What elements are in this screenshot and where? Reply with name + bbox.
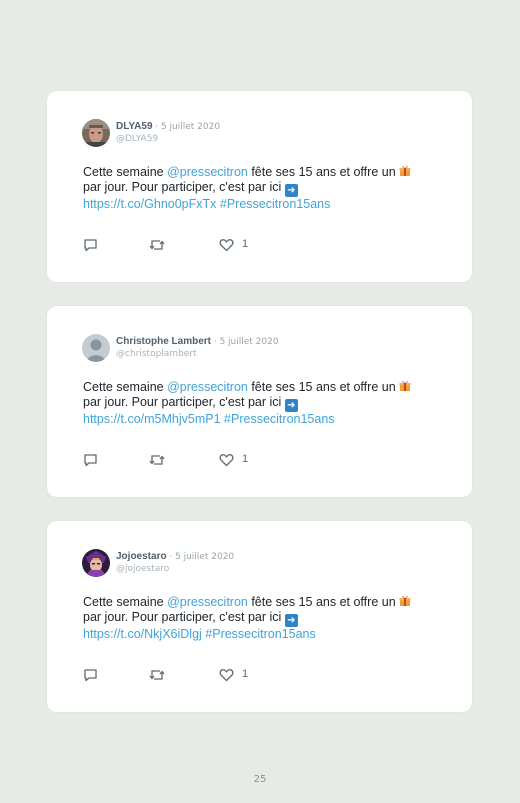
tweet-text-part: par jour. Pour participer, c'est par ici (83, 395, 285, 409)
like-count: 1 (242, 668, 249, 680)
reply-icon[interactable] (83, 453, 98, 472)
mention-link[interactable]: @pressecitron (167, 380, 248, 394)
heart-icon[interactable] (219, 238, 234, 257)
tweet-text-part: Cette semaine (83, 595, 168, 609)
author-handle[interactable]: @DLYA59 (116, 134, 158, 144)
page-number: 25 (253, 774, 267, 785)
arrow-right-icon: ➜ (284, 614, 298, 627)
reply-icon[interactable] (83, 668, 98, 687)
tweet-actions: 1 (83, 453, 283, 467)
author-name[interactable]: DLYA59 (116, 121, 153, 132)
tweet-actions: 1 (83, 238, 283, 252)
heart-icon[interactable] (219, 668, 234, 687)
arrow-right-icon: ➜ (284, 184, 298, 197)
author-handle[interactable]: @christoplambert (116, 349, 197, 359)
hashtag-link[interactable]: #Pressecitron15ans (205, 627, 315, 641)
mention-link[interactable]: @pressecitron (167, 595, 248, 609)
retweet-icon[interactable] (149, 453, 165, 472)
tweet-card: Christophe Lambert · 5 juillet 2020 @chr… (47, 306, 472, 497)
mention-link[interactable]: @pressecitron (167, 165, 248, 179)
tweet-card: Jojoestaro · 5 juillet 2020 @jojoestaro … (47, 521, 472, 712)
separator: · (213, 337, 217, 347)
tweet-text-part: fête ses 15 ans et offre un (247, 165, 400, 179)
tweet-text: Cette semaine @pressecitron fête ses 15 … (83, 595, 453, 642)
avatar[interactable] (82, 549, 110, 577)
tweet-text: Cette semaine @pressecitron fête ses 15 … (83, 380, 453, 427)
tweet-text-part: fête ses 15 ans et offre un (247, 380, 400, 394)
arrow-right-icon: ➜ (284, 399, 298, 412)
gift-icon (399, 165, 411, 177)
retweet-icon[interactable] (149, 668, 165, 687)
separator: · (169, 552, 173, 562)
avatar[interactable] (82, 119, 110, 147)
hashtag-link[interactable]: #Pressecitron15ans (220, 197, 330, 211)
author-name[interactable]: Christophe Lambert (116, 336, 211, 347)
tweet-card: DLYA59 · 5 juillet 2020 @DLYA59 Cette se… (47, 91, 472, 282)
like-count: 1 (242, 453, 249, 465)
tweet-text-part: par jour. Pour participer, c'est par ici (83, 610, 285, 624)
tweet-date[interactable]: 5 juillet 2020 (175, 552, 234, 562)
tweet-date[interactable]: 5 juillet 2020 (219, 337, 278, 347)
tweet-url-link[interactable]: https://t.co/m5Mhjv5mP1 (83, 412, 221, 426)
tweet-actions: 1 (83, 668, 283, 682)
gift-icon (399, 380, 411, 392)
author-line: Christophe Lambert · 5 juillet 2020 (116, 336, 279, 348)
retweet-icon[interactable] (149, 238, 165, 257)
like-count: 1 (242, 238, 249, 250)
heart-icon[interactable] (219, 453, 234, 472)
author-name[interactable]: Jojoestaro (116, 551, 167, 562)
tweet-text: Cette semaine @pressecitron fête ses 15 … (83, 165, 453, 212)
reply-icon[interactable] (83, 238, 98, 257)
tweet-url-link[interactable]: https://t.co/NkjX6iDlgj (83, 627, 202, 641)
gift-icon (399, 595, 411, 607)
tweet-text-part: Cette semaine (83, 380, 168, 394)
tweet-text-part: fête ses 15 ans et offre un (247, 595, 400, 609)
author-line: Jojoestaro · 5 juillet 2020 (116, 551, 234, 563)
tweet-text-part: Cette semaine (83, 165, 168, 179)
separator: · (155, 122, 159, 132)
author-handle[interactable]: @jojoestaro (116, 564, 169, 574)
author-line: DLYA59 · 5 juillet 2020 (116, 121, 220, 133)
avatar[interactable] (82, 334, 110, 362)
tweet-url-link[interactable]: https://t.co/Ghno0pFxTx (83, 197, 216, 211)
tweet-date[interactable]: 5 juillet 2020 (161, 122, 220, 132)
tweet-text-part: par jour. Pour participer, c'est par ici (83, 180, 285, 194)
hashtag-link[interactable]: #Pressecitron15ans (224, 412, 334, 426)
